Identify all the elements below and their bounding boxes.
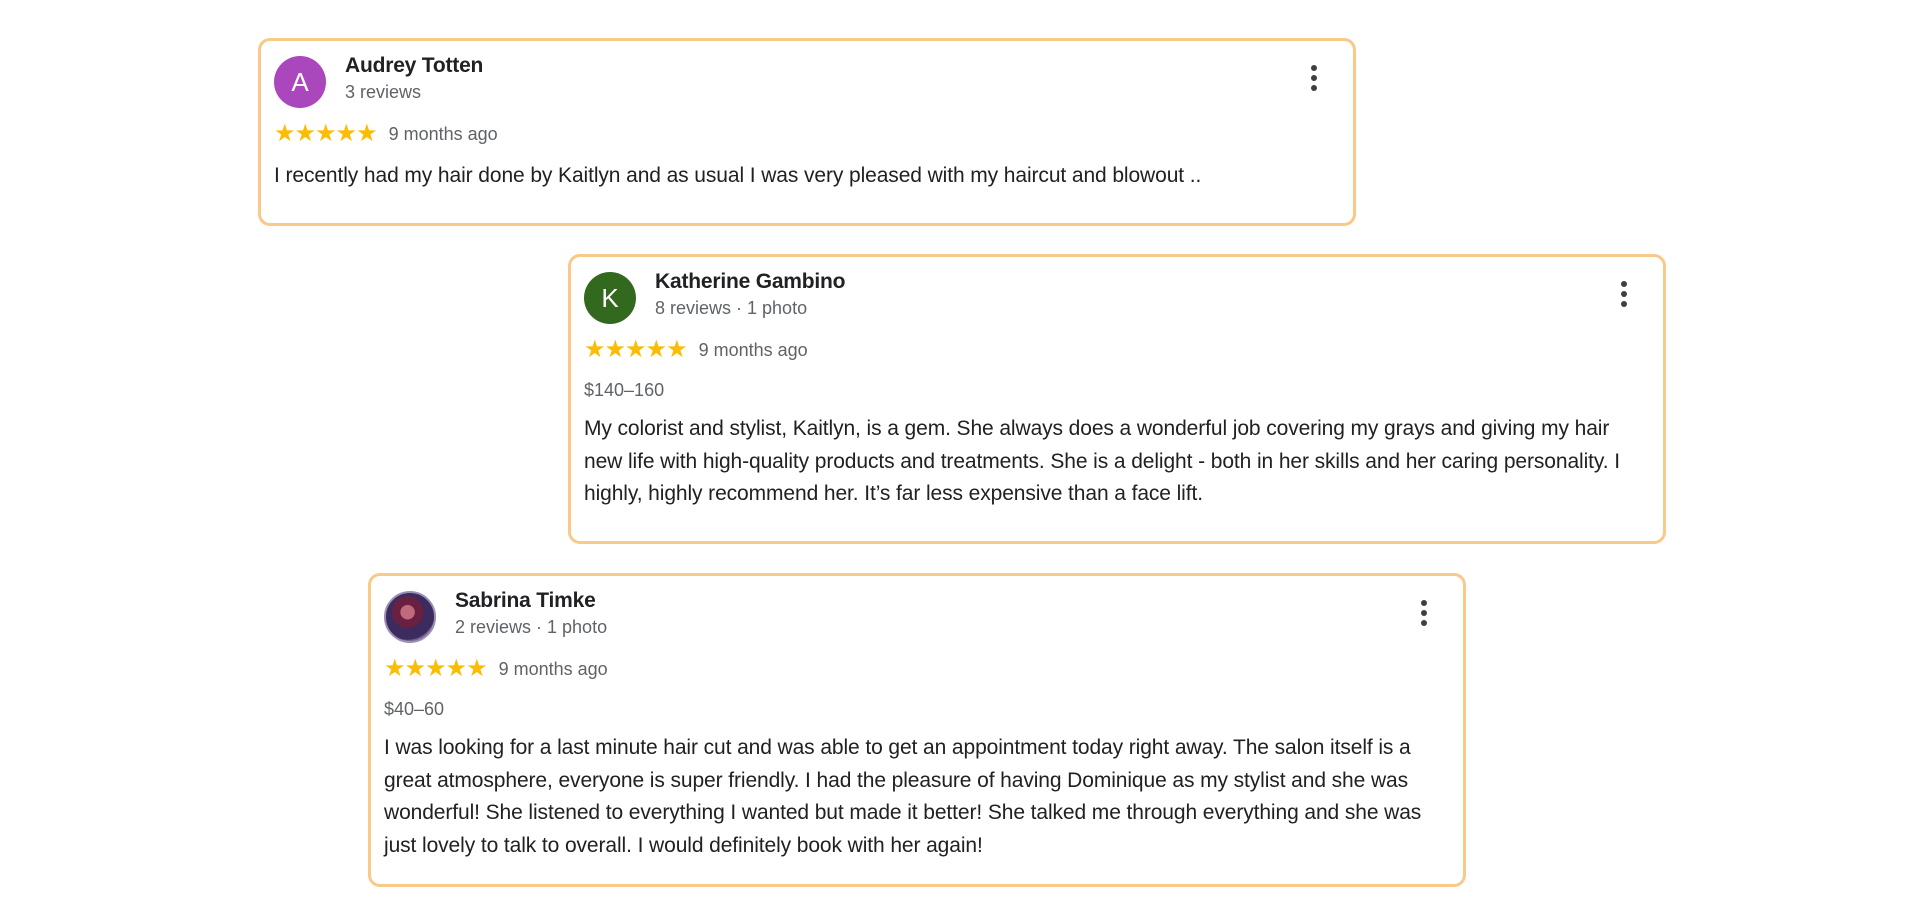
reviewer-info: Katherine Gambino 8 reviews · 1 photo [655, 268, 845, 320]
reviewer-meta: 2 reviews · 1 photo [455, 617, 608, 637]
reviewer-meta: 8 reviews · 1 photo [655, 298, 808, 318]
more-options-button[interactable] [1607, 274, 1641, 314]
reviewer-meta: 3 reviews [345, 82, 422, 102]
review-text: My colorist and stylist, Kaitlyn, is a g… [584, 417, 1620, 505]
rating-row: ★★★★★ 9 months ago [584, 335, 1651, 365]
price-range: $140–160 [584, 380, 665, 400]
rating-row: ★★★★★ 9 months ago [384, 654, 1451, 684]
avatar-photo[interactable] [384, 591, 436, 643]
review-card: A Audrey Totten 3 reviews ★★★★★ 9 months… [258, 38, 1356, 226]
avatar[interactable]: K [584, 272, 636, 324]
review-header: A Audrey Totten 3 reviews [274, 53, 1341, 111]
more-vert-icon [1621, 281, 1627, 287]
more-options-button[interactable] [1407, 593, 1441, 633]
rating-row: ★★★★★ 9 months ago [274, 119, 1341, 149]
review-date: 9 months ago [498, 658, 608, 679]
review-date: 9 months ago [698, 339, 808, 360]
star-rating-icon: ★★★★★ [274, 120, 378, 147]
reviewer-name[interactable]: Audrey Totten [345, 52, 483, 80]
more-vert-icon [1311, 65, 1317, 71]
reviewer-info: Sabrina Timke 2 reviews · 1 photo [455, 587, 607, 639]
review-date: 9 months ago [388, 123, 498, 144]
avatar[interactable]: A [274, 56, 326, 108]
more-options-button[interactable] [1297, 58, 1331, 98]
review-text: I recently had my hair done by Kaitlyn a… [274, 164, 1202, 187]
review-header: Sabrina Timke 2 reviews · 1 photo [384, 588, 1451, 646]
reviewer-info: Audrey Totten 3 reviews [345, 52, 483, 104]
review-header: K Katherine Gambino 8 reviews · 1 photo [584, 269, 1651, 327]
star-rating-icon: ★★★★★ [584, 336, 688, 363]
more-vert-icon [1421, 600, 1427, 606]
review-card: K Katherine Gambino 8 reviews · 1 photo … [568, 254, 1666, 544]
star-rating-icon: ★★★★★ [384, 655, 488, 682]
review-card: Sabrina Timke 2 reviews · 1 photo ★★★★★ … [368, 573, 1466, 887]
price-range: $40–60 [384, 699, 445, 719]
reviewer-name[interactable]: Sabrina Timke [455, 587, 607, 615]
reviewer-name[interactable]: Katherine Gambino [655, 268, 845, 296]
review-text: I was looking for a last minute hair cut… [384, 736, 1422, 857]
